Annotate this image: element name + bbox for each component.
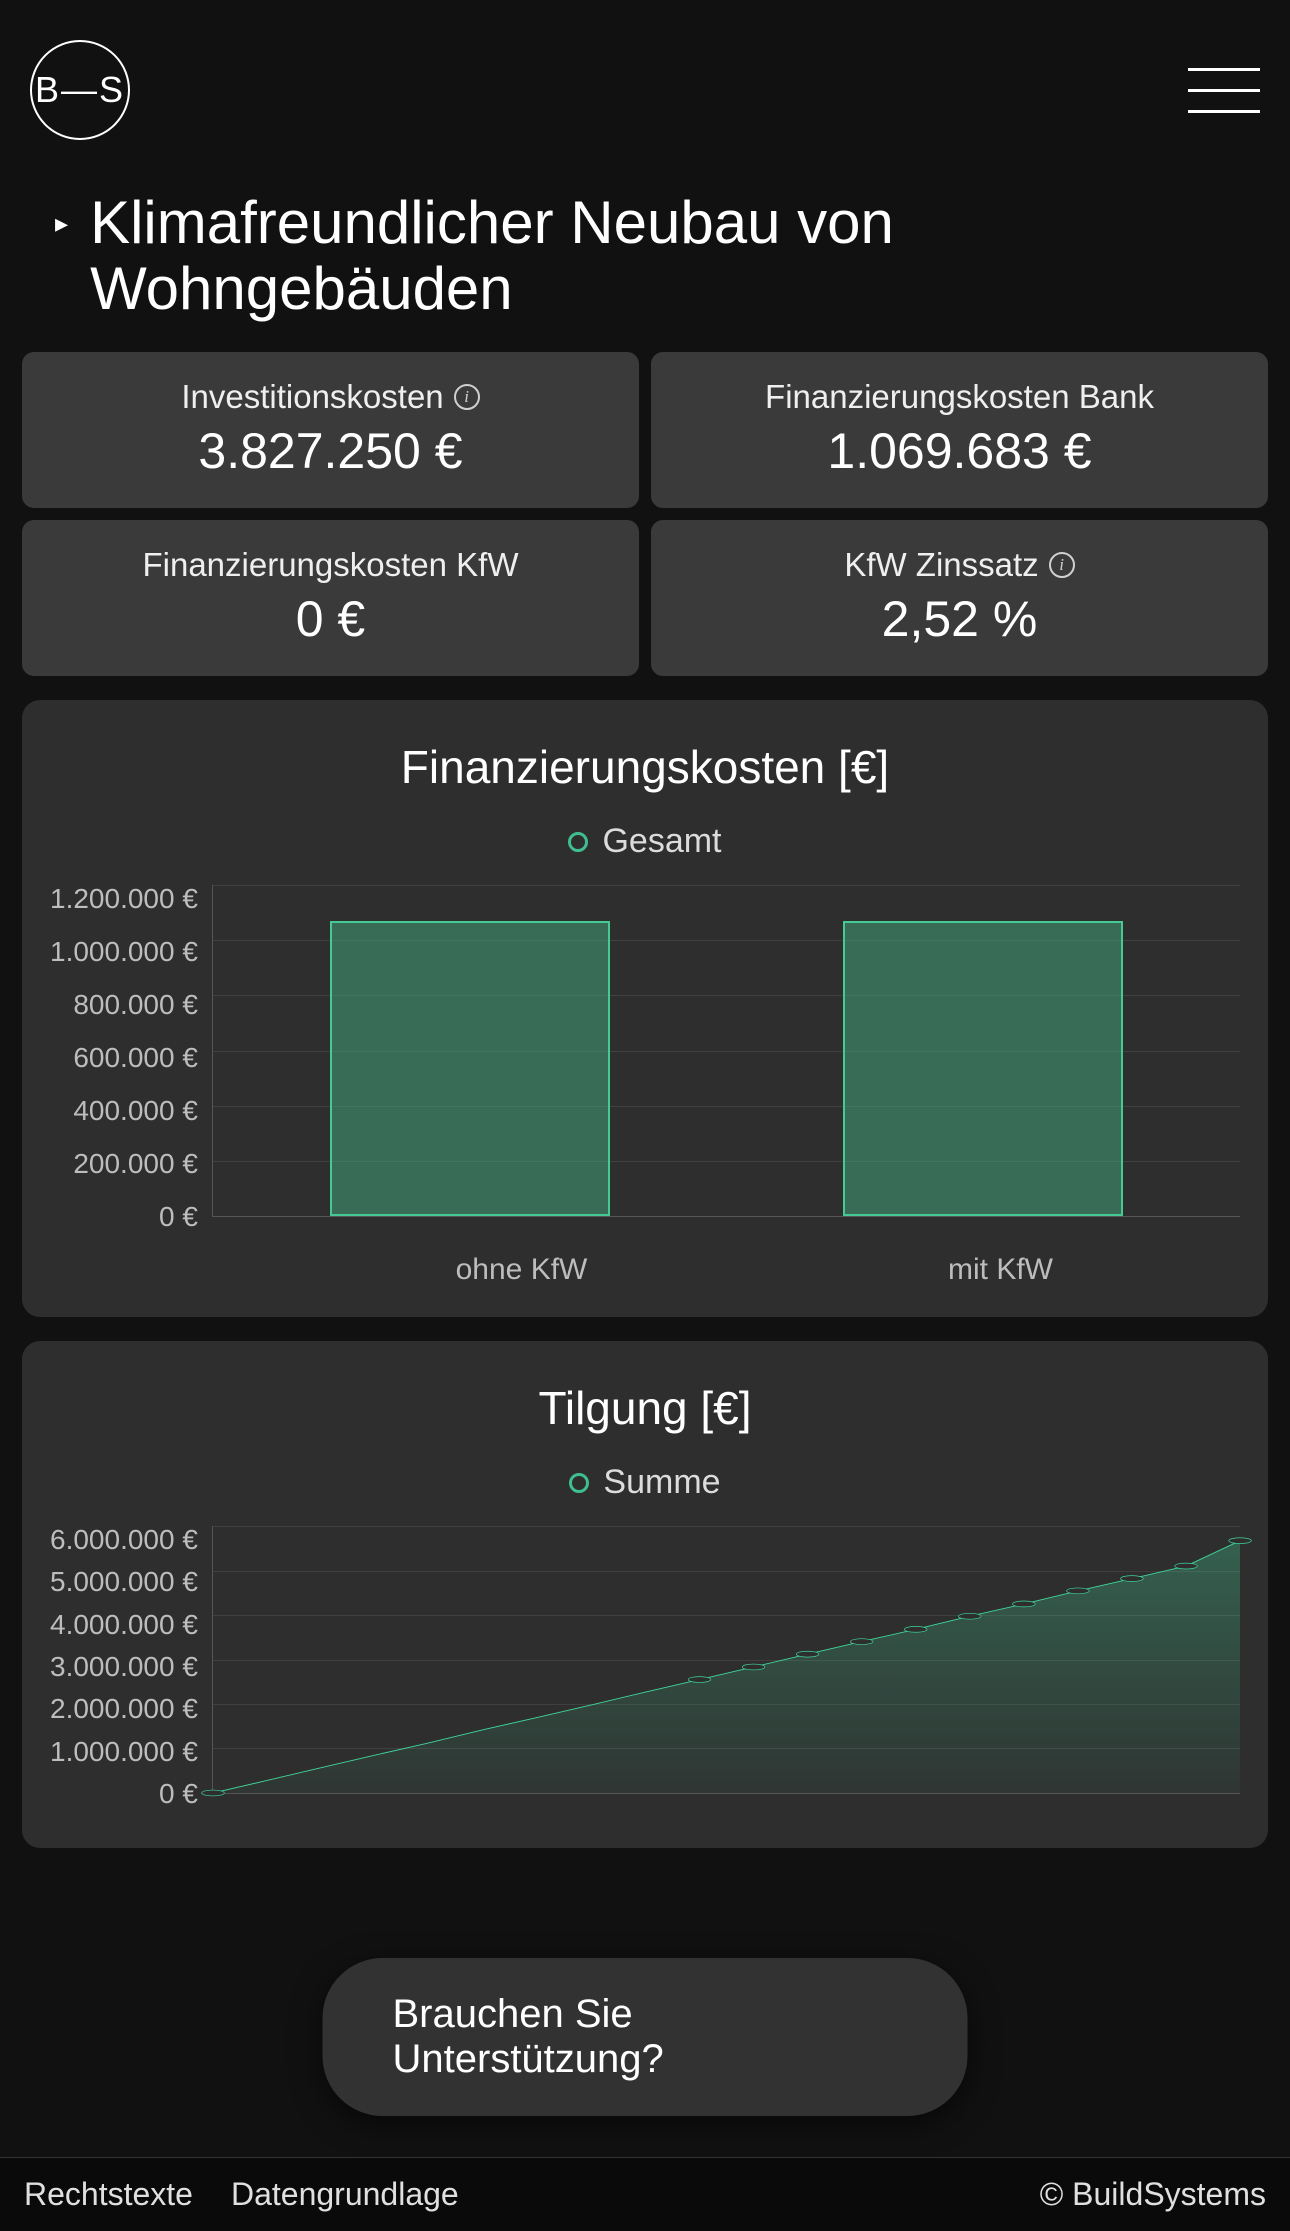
x-axis: ohne KfW mit KfW (282, 1231, 1240, 1287)
logo-text: B—S (35, 69, 125, 111)
x-tick: mit KfW (761, 1231, 1240, 1287)
metric-label: Investitionskosten i (181, 378, 479, 416)
chart-title: Finanzierungskosten [€] (50, 740, 1240, 794)
page-title: Klimafreundlicher Neubau von Wohngebäude… (90, 190, 1260, 322)
logo[interactable]: B—S (30, 40, 130, 140)
metric-value: 1.069.683 € (827, 422, 1091, 480)
y-tick: 2.000.000 € (50, 1695, 198, 1723)
footer-link-data[interactable]: Datengrundlage (231, 2176, 459, 2213)
footer: Rechtstexte Datengrundlage © BuildSystem… (0, 2157, 1290, 2231)
bar-ohne-kfw (330, 921, 610, 1216)
info-icon[interactable]: i (1049, 552, 1075, 578)
chart-finanzierungskosten: Finanzierungskosten [€] Gesamt 1.200.000… (22, 700, 1268, 1317)
chart-legend: Gesamt (50, 822, 1240, 861)
bar-plot (212, 885, 1240, 1217)
y-tick: 1.000.000 € (50, 1738, 198, 1766)
info-icon[interactable]: i (454, 384, 480, 410)
metric-grid: Investitionskosten i 3.827.250 € Finanzi… (0, 352, 1290, 676)
y-axis: 6.000.000 € 5.000.000 € 4.000.000 € 3.00… (50, 1526, 212, 1808)
y-tick: 3.000.000 € (50, 1653, 198, 1681)
legend-label: Summe (603, 1463, 720, 1502)
x-tick: ohne KfW (282, 1231, 761, 1287)
hamburger-line (1188, 68, 1260, 71)
chart-tilgung: Tilgung [€] Summe 6.000.000 € 5.000.000 … (22, 1341, 1268, 1848)
footer-link-legal[interactable]: Rechtstexte (24, 2176, 193, 2213)
y-tick: 5.000.000 € (50, 1568, 198, 1596)
y-axis: 1.200.000 € 1.000.000 € 800.000 € 600.00… (50, 885, 212, 1231)
chart-legend: Summe (50, 1463, 1240, 1502)
support-text: Brauchen Sie Unterstützung? (393, 1992, 664, 2081)
menu-button[interactable] (1188, 68, 1260, 113)
metric-label: Finanzierungskosten Bank (765, 378, 1154, 416)
y-tick: 6.000.000 € (50, 1526, 198, 1554)
y-tick: 800.000 € (73, 991, 198, 1019)
metric-card-investment: Investitionskosten i 3.827.250 € (22, 352, 639, 508)
y-tick: 400.000 € (73, 1097, 198, 1125)
metric-label: Finanzierungskosten KfW (142, 546, 518, 584)
bar-mit-kfw (843, 921, 1123, 1216)
y-tick: 0 € (159, 1203, 198, 1231)
y-tick: 1.000.000 € (50, 938, 198, 966)
legend-label: Gesamt (602, 822, 721, 861)
legend-dot-icon (568, 832, 588, 852)
caret-right-icon: ▸ (55, 208, 68, 239)
y-tick: 600.000 € (73, 1044, 198, 1072)
line-plot (212, 1526, 1240, 1794)
y-tick: 1.200.000 € (50, 885, 198, 913)
metric-value: 0 € (296, 590, 366, 648)
metric-card-kfw-rate: KfW Zinssatz i 2,52 % (651, 520, 1268, 676)
metric-label-text: Finanzierungskosten Bank (765, 378, 1154, 416)
line-points (213, 1526, 1240, 1793)
metric-label-text: KfW Zinssatz (844, 546, 1038, 584)
chart-title: Tilgung [€] (50, 1381, 1240, 1435)
metric-value: 3.827.250 € (198, 422, 462, 480)
y-tick: 0 € (159, 1780, 198, 1808)
legend-dot-icon (569, 1473, 589, 1493)
metric-label-text: Investitionskosten (181, 378, 443, 416)
metric-card-bank-cost: Finanzierungskosten Bank 1.069.683 € (651, 352, 1268, 508)
metric-label-text: Finanzierungskosten KfW (142, 546, 518, 584)
footer-copyright: © BuildSystems (1040, 2176, 1266, 2213)
hamburger-line (1188, 110, 1260, 113)
y-tick: 4.000.000 € (50, 1611, 198, 1639)
y-tick: 200.000 € (73, 1150, 198, 1178)
metric-card-kfw-cost: Finanzierungskosten KfW 0 € (22, 520, 639, 676)
metric-label: KfW Zinssatz i (844, 546, 1074, 584)
hamburger-line (1188, 89, 1260, 92)
metric-value: 2,52 % (882, 590, 1038, 648)
support-button[interactable]: Brauchen Sie Unterstützung? (323, 1958, 968, 2116)
